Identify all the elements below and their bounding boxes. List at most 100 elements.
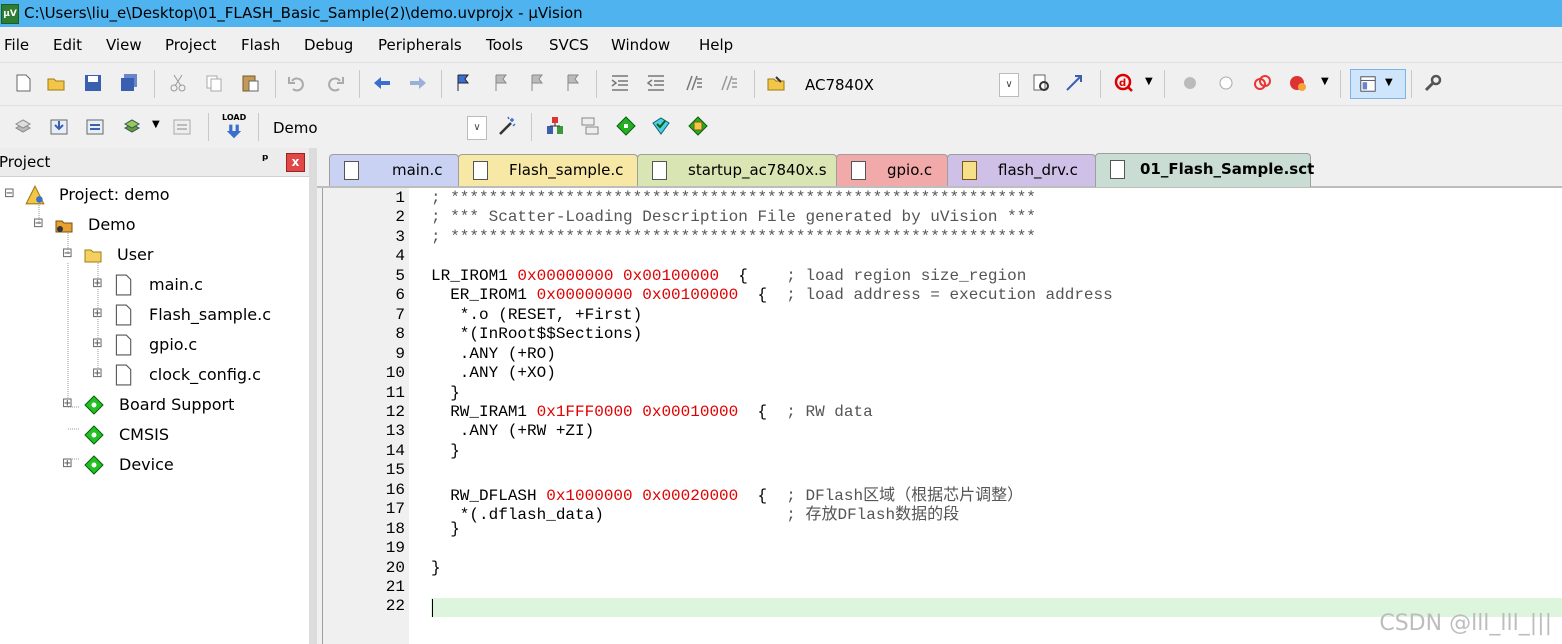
- tab-startup-ac7840x-s[interactable]: startup_ac7840x.s: [637, 154, 837, 186]
- menu-window[interactable]: Window: [611, 36, 670, 54]
- menu-debug[interactable]: Debug: [304, 36, 353, 54]
- panel-splitter[interactable]: [309, 148, 317, 644]
- uvision-app-icon: μV: [1, 4, 19, 24]
- tree-item-label: gpio.c: [149, 335, 198, 354]
- menu-tools[interactable]: Tools: [486, 36, 523, 54]
- tree-expander[interactable]: ⊞: [92, 361, 103, 387]
- find-in-files-icon[interactable]: [766, 73, 786, 93]
- breakpoint-enable-icon[interactable]: [1216, 73, 1236, 93]
- text-cursor: [432, 599, 433, 617]
- configure-wrench-icon[interactable]: [1423, 73, 1443, 93]
- tree-expander[interactable]: ⊟: [33, 211, 44, 237]
- comment-icon[interactable]: [683, 73, 703, 93]
- pack-installer-icon[interactable]: [688, 116, 708, 136]
- download-load-button[interactable]: LOAD: [222, 113, 246, 141]
- window-layout-button[interactable]: ▼: [1350, 69, 1406, 99]
- menu-project[interactable]: Project: [165, 36, 216, 54]
- file-key-icon: [962, 161, 977, 180]
- redo-icon[interactable]: [325, 73, 345, 93]
- translate-icon[interactable]: [13, 116, 33, 136]
- load-label: LOAD: [222, 113, 247, 122]
- tab-flash-drv-c[interactable]: flash_drv.c: [947, 154, 1096, 186]
- bookmark-clear-icon[interactable]: [563, 73, 583, 93]
- breakpoint-kill-all-icon[interactable]: [1288, 73, 1308, 93]
- code-line: }: [431, 384, 460, 402]
- tree-item-label: Project: demo: [59, 185, 170, 204]
- close-icon: x: [291, 155, 300, 169]
- find-icon[interactable]: [1031, 73, 1051, 93]
- unindent-icon[interactable]: [646, 73, 666, 93]
- manage-rte-icon[interactable]: [616, 116, 636, 136]
- copy-icon[interactable]: [204, 73, 224, 93]
- chevron-down-icon[interactable]: ▼: [1145, 76, 1153, 87]
- tab-gpio-c[interactable]: gpio.c: [836, 154, 948, 186]
- menu-edit[interactable]: Edit: [53, 36, 82, 54]
- tree-expander[interactable]: ⊞: [62, 451, 73, 477]
- stop-build-icon[interactable]: [172, 116, 192, 136]
- menu-help[interactable]: Help: [699, 36, 733, 54]
- tree-expander[interactable]: ⊞: [92, 331, 103, 357]
- code-text: }: [431, 519, 460, 538]
- tree-expander[interactable]: ⊞: [92, 271, 103, 297]
- navigate-forward-icon[interactable]: [408, 73, 428, 93]
- menu-file[interactable]: File: [4, 36, 29, 54]
- file-extensions-icon[interactable]: [545, 116, 565, 136]
- target-select[interactable]: Demo ∨: [268, 115, 488, 141]
- debug-session-icon[interactable]: d: [1114, 73, 1134, 93]
- chevron-down-icon[interactable]: ▼: [152, 119, 160, 130]
- tree-expander[interactable]: ⊟: [4, 181, 15, 207]
- tab-01-flash-sample-sct[interactable]: 01_Flash_Sample.sct: [1095, 153, 1314, 187]
- code-editor[interactable]: 1 2 3 4 5 6 7 8 9 10 11 12 13 14 15 16 17 18 19 20 21 22 ; **…: [322, 188, 1562, 644]
- save-all-icon[interactable]: [119, 73, 139, 93]
- tab-flash-sample-c[interactable]: Flash_sample.c: [458, 154, 638, 186]
- paste-icon[interactable]: [240, 73, 260, 93]
- build-icon[interactable]: [49, 116, 69, 136]
- code-text: }: [431, 558, 441, 577]
- uncomment-icon[interactable]: [718, 73, 738, 93]
- tree-expander[interactable]: ⊞: [92, 301, 103, 327]
- bookmark-prev-icon[interactable]: [491, 73, 511, 93]
- menu-flash[interactable]: Flash: [241, 36, 280, 54]
- open-folder-icon[interactable]: [46, 73, 66, 93]
- new-file-icon[interactable]: [13, 73, 33, 93]
- device-select[interactable]: AC7840X ∨: [804, 72, 1020, 98]
- code-comment: ; **************************************…: [431, 227, 1036, 246]
- incremental-find-icon[interactable]: [1064, 73, 1084, 93]
- project-icon: [25, 184, 45, 205]
- window-title: C:\Users\liu_e\Desktop\01_FLASH_Basic_Sa…: [24, 4, 583, 22]
- pin-icon[interactable]: ᵖ: [262, 152, 269, 168]
- manage-project-items-icon[interactable]: [580, 116, 600, 136]
- menu-peripherals[interactable]: Peripherals: [378, 36, 462, 54]
- line-number: 22: [385, 597, 405, 616]
- rebuild-icon[interactable]: [85, 116, 105, 136]
- close-panel-button[interactable]: x: [286, 153, 305, 172]
- tab-main-c[interactable]: main.c: [329, 154, 459, 186]
- file-icon: [115, 364, 132, 386]
- line-number: 12: [385, 402, 405, 421]
- chevron-down-icon[interactable]: ∨: [999, 73, 1019, 97]
- target-options-wand-icon[interactable]: [497, 116, 517, 136]
- line-number: 6: [395, 286, 405, 305]
- menu-svcs[interactable]: SVCS: [549, 36, 589, 54]
- undo-icon[interactable]: [287, 73, 307, 93]
- indent-icon[interactable]: [610, 73, 630, 93]
- code-number: 0x1FFF0000 0x00010000: [536, 402, 739, 421]
- navigate-back-icon[interactable]: [372, 73, 392, 93]
- breakpoint-disable-all-icon[interactable]: [1252, 73, 1272, 93]
- chevron-down-icon[interactable]: ∨: [467, 116, 487, 140]
- batch-build-icon[interactable]: [122, 116, 142, 136]
- tree-expander[interactable]: ⊟: [62, 241, 73, 267]
- select-software-packs-icon[interactable]: [651, 116, 671, 136]
- code-text: RW_IRAM1: [431, 402, 537, 421]
- bookmark-next-icon[interactable]: [527, 73, 547, 93]
- bookmark-toggle-icon[interactable]: [454, 73, 474, 93]
- code-number: 0x00000000 0x00100000: [536, 286, 739, 305]
- line-number-gutter: 1 2 3 4 5 6 7 8 9 10 11 12 13 14 15 16 17 18 19 20 21 22: [323, 188, 409, 644]
- breakpoint-insert-icon[interactable]: [1180, 73, 1200, 93]
- tree-item-label: User: [117, 245, 154, 264]
- cut-icon[interactable]: [168, 73, 188, 93]
- save-icon[interactable]: [83, 73, 103, 93]
- chevron-down-icon[interactable]: ▼: [1321, 76, 1329, 87]
- menu-view[interactable]: View: [106, 36, 142, 54]
- tree-expander[interactable]: ⊞: [62, 391, 73, 417]
